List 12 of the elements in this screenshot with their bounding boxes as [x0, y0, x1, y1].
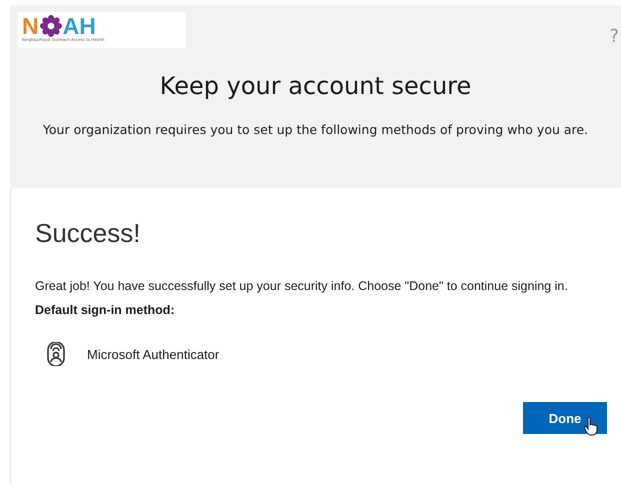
success-heading: Success! — [35, 218, 142, 249]
flower-icon — [38, 15, 63, 37]
logo-letter: N — [22, 15, 39, 37]
page-title: Keep your account secure — [158, 72, 472, 100]
done-button[interactable]: Done — [523, 402, 607, 434]
page-subtitle: Your organization requires you to set up the following methods of proving who you are. — [42, 122, 590, 137]
default-method-label: Default sign-in method: — [35, 303, 176, 317]
method-name: Microsoft Authenticator — [87, 346, 220, 362]
success-message: Great job! You have successfully set up your security info. Choose "Done" to continue signing in. — [35, 278, 569, 295]
authenticator-icon — [45, 342, 67, 366]
hand-cursor-icon — [583, 416, 599, 436]
logo-letters: AH — [62, 15, 96, 37]
